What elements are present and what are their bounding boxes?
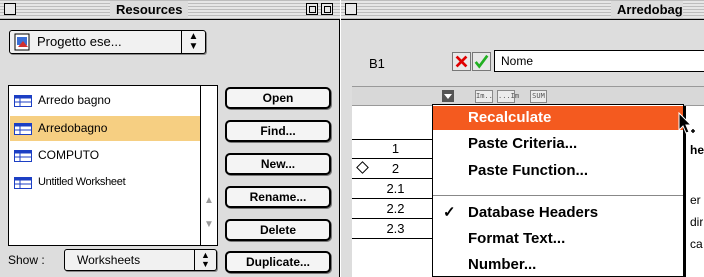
field-format-icon[interactable]: ...Im [497, 90, 519, 103]
menu-item-label: Recalculate [468, 109, 552, 126]
worksheet-list[interactable]: Arredo bagno Arredobagno COMPUTO Untitle… [8, 85, 218, 246]
row-header[interactable]: 2.1 [352, 180, 440, 199]
close-box-icon[interactable] [4, 3, 16, 15]
show-label: Show : [8, 253, 45, 267]
list-item-label: Untitled Worksheet [38, 176, 126, 188]
worksheet-title: Arredobag [611, 1, 683, 18]
list-item[interactable]: Arredo bagno [10, 88, 201, 113]
resources-window: Resources Progetto ese... ▲ ▼ Arredo bagn… [0, 0, 340, 277]
zoom-box-icon[interactable] [306, 3, 318, 15]
menu-separator [433, 195, 683, 196]
menu-item-format-text[interactable]: Format Text... [433, 227, 683, 251]
close-box-icon[interactable] [345, 3, 357, 15]
menu-item-label: Database Headers [468, 204, 599, 221]
worksheet-context-menu: Recalculate Paste Criteria... Paste Func… [432, 104, 684, 277]
open-button[interactable]: Open [225, 87, 331, 109]
resources-titlebar[interactable]: Resources [0, 0, 340, 20]
checkmark-icon: ✓ [443, 204, 456, 221]
worksheet-icon [14, 177, 32, 189]
toolbar-menu-icon[interactable] [442, 90, 454, 102]
collapse-box-icon[interactable] [321, 3, 333, 15]
row-header[interactable]: 1 [352, 140, 440, 159]
cell-text: ca [690, 237, 703, 251]
mouse-pointer-icon [678, 112, 695, 134]
list-item[interactable]: Untitled Worksheet [10, 170, 201, 195]
delete-button[interactable]: Delete [225, 219, 331, 241]
cell-text: dir [690, 215, 704, 229]
row-header[interactable]: 2.2 [352, 200, 440, 219]
worksheet-icon [14, 150, 32, 162]
menu-item-label: Number... [468, 256, 537, 273]
show-popup[interactable]: Worksheets ▲ ▼ [64, 249, 217, 271]
worksheet-icon [14, 123, 32, 135]
show-popup-value: Worksheets [77, 253, 141, 267]
row-header-corner [352, 106, 440, 140]
menu-item-label: Format Text... [468, 230, 566, 247]
menu-item-paste-function[interactable]: Paste Function... [433, 159, 683, 183]
entry-field[interactable]: Nome [494, 50, 704, 72]
accept-entry-icon[interactable] [472, 52, 491, 71]
rename-button[interactable]: Rename... [225, 186, 331, 208]
project-document-icon [14, 33, 30, 51]
duplicate-button[interactable]: Duplicate... [225, 251, 331, 273]
popup-arrows-icon: ▲ ▼ [181, 31, 205, 53]
list-item[interactable]: COMPUTO [10, 143, 201, 168]
cell-text: er [690, 193, 701, 207]
worksheet-titlebar[interactable]: Arredobag [341, 0, 704, 20]
row-header[interactable]: 2 [352, 160, 440, 179]
menu-item-database-headers[interactable]: ✓ Database Headers [433, 201, 683, 225]
cell-reference: B1 [369, 56, 385, 71]
cancel-entry-icon[interactable] [452, 52, 471, 71]
sum-icon[interactable]: SUM [530, 90, 547, 103]
menu-item-number[interactable]: Number... [433, 253, 683, 277]
list-scrollbar[interactable]: ▲ ▼ [200, 86, 217, 245]
resources-title: Resources [110, 1, 189, 18]
find-button[interactable]: Find... [225, 120, 331, 142]
project-popup-value: Progetto ese... [37, 34, 122, 49]
worksheet-toolbar: Im.. ...Im SUM [352, 86, 704, 106]
menu-item-label: Paste Criteria... [468, 135, 578, 152]
new-button[interactable]: New... [225, 153, 331, 175]
project-popup[interactable]: Progetto ese... ▲ ▼ [9, 30, 206, 54]
popup-arrows-icon: ▲ ▼ [194, 250, 216, 270]
menu-item-paste-criteria[interactable]: Paste Criteria... [433, 132, 683, 156]
row-header[interactable]: 2.3 [352, 220, 440, 239]
list-item[interactable]: Arredobagno [10, 116, 201, 141]
list-item-label: Arredobagno [38, 121, 108, 135]
cell-text: he [690, 143, 704, 157]
text-format-icon[interactable]: Im.. [475, 90, 493, 103]
menu-item-recalculate[interactable]: Recalculate [433, 106, 683, 130]
list-item-label: Arredo bagno [38, 93, 111, 107]
worksheet-icon [14, 95, 32, 107]
list-item-label: COMPUTO [38, 148, 100, 162]
scroll-up-icon[interactable]: ▲ [201, 193, 217, 209]
row-header-label: 2 [391, 161, 400, 176]
menu-item-label: Paste Function... [468, 162, 589, 179]
row-marker-icon [356, 161, 369, 174]
scroll-down-icon[interactable]: ▼ [201, 217, 217, 233]
